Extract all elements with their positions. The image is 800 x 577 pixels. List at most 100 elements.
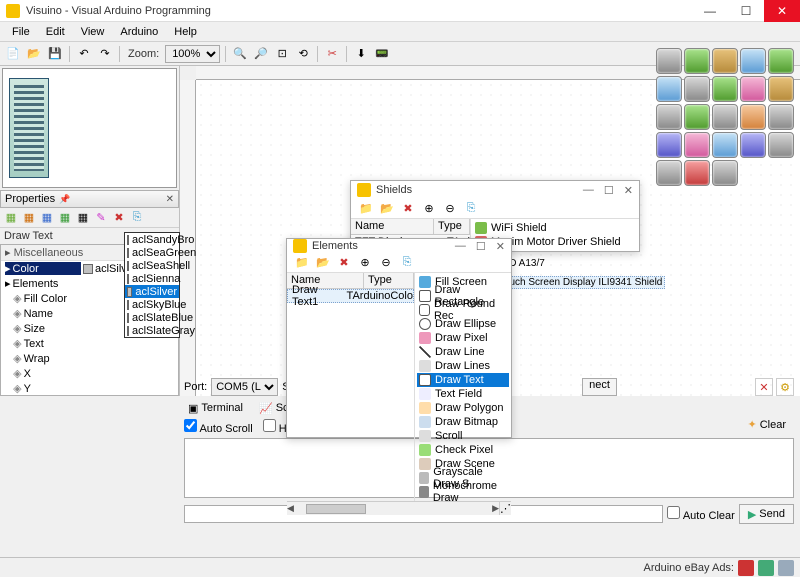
upload-icon[interactable]: ⬇	[352, 45, 370, 63]
color-option[interactable]: aclSeaShell	[125, 259, 179, 272]
prop-row-y[interactable]: ◈ Y	[1, 381, 178, 396]
tool-icon[interactable]: ⎘	[398, 254, 416, 272]
tool-icon[interactable]: 📂	[378, 200, 396, 218]
status-icon-3[interactable]	[778, 560, 794, 576]
color-option[interactable]: aclSienna	[125, 272, 179, 285]
dialog-scrollbar[interactable]: ◀▶⋰	[287, 501, 511, 515]
elements-row[interactable]: Draw Text1TArduinoColo	[287, 289, 414, 303]
tool-icon[interactable]: 📁	[357, 200, 375, 218]
color-option[interactable]: aclSkyBlue	[125, 298, 179, 311]
pin-icon[interactable]: 📌	[59, 194, 70, 205]
element-item-text-field[interactable]: Text Field	[417, 387, 509, 401]
palette-item[interactable]	[740, 48, 766, 74]
connect-button-partial[interactable]: nect	[582, 378, 617, 396]
zoom-fit-icon[interactable]: ⊡	[273, 45, 291, 63]
element-item-scroll[interactable]: Scroll	[417, 429, 509, 443]
tool-close-icon[interactable]: ✕	[755, 378, 773, 396]
elements-dialog[interactable]: Elements —☐✕ 📁 📂 ✖ ⊕ ⊖ ⎘ NameType Draw T…	[286, 238, 512, 438]
palette-item[interactable]	[712, 76, 738, 102]
tool-settings-icon[interactable]: ⚙	[776, 378, 794, 396]
maximize-button[interactable]: ☐	[728, 0, 764, 22]
palette-item[interactable]	[684, 160, 710, 186]
prop-tool-7[interactable]: ✖	[111, 210, 127, 226]
new-icon[interactable]: 📄	[4, 45, 22, 63]
element-item-draw-line[interactable]: Draw Line	[417, 345, 509, 359]
prop-tool-3[interactable]: ▦	[39, 210, 55, 226]
port-select[interactable]: COM5 (L	[211, 378, 278, 396]
prop-tool-4[interactable]: ▦	[57, 210, 73, 226]
palette-item[interactable]	[712, 160, 738, 186]
menu-file[interactable]: File	[4, 24, 38, 40]
redo-icon[interactable]: ↷	[96, 45, 114, 63]
element-item-draw-lines[interactable]: Draw Lines	[417, 359, 509, 373]
palette-item[interactable]	[684, 104, 710, 130]
element-item-monochrome-draw[interactable]: Monochrome Draw	[417, 485, 509, 499]
element-item-draw-ellipse[interactable]: Draw Ellipse	[417, 317, 509, 331]
palette-item[interactable]	[684, 76, 710, 102]
tool-icon[interactable]: ⊕	[420, 200, 438, 218]
element-item-draw-pixel[interactable]: Draw Pixel	[417, 331, 509, 345]
zoom-out-icon[interactable]: 🔎	[252, 45, 270, 63]
undo-icon[interactable]: ↶	[75, 45, 93, 63]
palette-item[interactable]	[656, 104, 682, 130]
palette-item[interactable]	[712, 104, 738, 130]
menu-edit[interactable]: Edit	[38, 24, 73, 40]
element-item-check-pixel[interactable]: Check Pixel	[417, 443, 509, 457]
palette-item[interactable]	[712, 132, 738, 158]
color-option[interactable]: aclSandyBro	[125, 233, 179, 246]
tool-icon[interactable]: ✖	[399, 200, 417, 218]
tool-icon[interactable]: ⊕	[356, 254, 374, 272]
palette-item[interactable]	[656, 160, 682, 186]
palette-item[interactable]	[740, 76, 766, 102]
tool-icon[interactable]: ✖	[335, 254, 353, 272]
board-preview[interactable]	[2, 68, 177, 188]
shield-item-touch[interactable]: r Touch Screen Display ILI9341 Shield	[490, 276, 665, 289]
tool-icon[interactable]: 📂	[314, 254, 332, 272]
palette-item[interactable]	[656, 132, 682, 158]
element-item-draw-bitmap[interactable]: Draw Bitmap	[417, 415, 509, 429]
dialog-close-icon[interactable]: ✕	[624, 184, 633, 197]
shields-titlebar[interactable]: Shields —☐✕	[351, 181, 639, 199]
palette-item[interactable]	[768, 76, 794, 102]
palette-item[interactable]	[768, 132, 794, 158]
save-icon[interactable]: 💾	[46, 45, 64, 63]
palette-item[interactable]	[656, 48, 682, 74]
send-button[interactable]: ▶Send	[739, 504, 794, 524]
close-button[interactable]: ✕	[764, 0, 800, 22]
zoom-in-icon[interactable]: 🔍	[231, 45, 249, 63]
prop-row-x[interactable]: ◈ X	[1, 366, 178, 381]
minimize-button[interactable]: —	[692, 0, 728, 22]
clear-button[interactable]: ✦Clear	[739, 416, 794, 433]
auto-clear-checkbox[interactable]: Auto Clear	[667, 506, 734, 522]
menu-help[interactable]: Help	[166, 24, 205, 40]
tool-icon[interactable]: 📁	[293, 254, 311, 272]
dialog-close-icon[interactable]: ✕	[496, 240, 505, 253]
zoom-select[interactable]: 100%	[165, 45, 220, 63]
elements-item-list[interactable]: Fill Screen Draw Rectangle Draw Round Re…	[415, 273, 511, 501]
color-option[interactable]: aclSeaGreen	[125, 246, 179, 259]
tool-icon[interactable]: ⊖	[377, 254, 395, 272]
prop-row-text[interactable]: ◈ Text	[1, 336, 178, 351]
status-icon-1[interactable]	[738, 560, 754, 576]
prop-tool-5[interactable]: ▦	[75, 210, 91, 226]
palette-item[interactable]	[712, 48, 738, 74]
palette-item[interactable]	[656, 76, 682, 102]
color-dropdown-list[interactable]: aclSandyBro aclSeaGreen aclSeaShell aclS…	[124, 232, 180, 338]
prop-tool-6[interactable]: ✎	[93, 210, 109, 226]
auto-scroll-checkbox[interactable]: Auto Scroll	[184, 419, 253, 435]
dialog-max-icon[interactable]: ☐	[476, 240, 486, 253]
prop-tool-8[interactable]: ⎘	[129, 210, 145, 226]
color-option-selected[interactable]: aclSilver	[125, 285, 179, 298]
tool-icon[interactable]: ⊖	[441, 200, 459, 218]
palette-item[interactable]	[768, 104, 794, 130]
element-item-draw-round-rec[interactable]: Draw Round Rec	[417, 303, 509, 317]
panel-close-icon[interactable]: ✕	[166, 194, 174, 205]
palette-item[interactable]	[684, 48, 710, 74]
zoom-reset-icon[interactable]: ⟲	[294, 45, 312, 63]
palette-item[interactable]	[740, 132, 766, 158]
tool-icon[interactable]: ⎘	[462, 200, 480, 218]
serial-icon[interactable]: 📟	[373, 45, 391, 63]
prop-tool-1[interactable]: ▦	[3, 210, 19, 226]
palette-item[interactable]	[740, 104, 766, 130]
status-icon-2[interactable]	[758, 560, 774, 576]
